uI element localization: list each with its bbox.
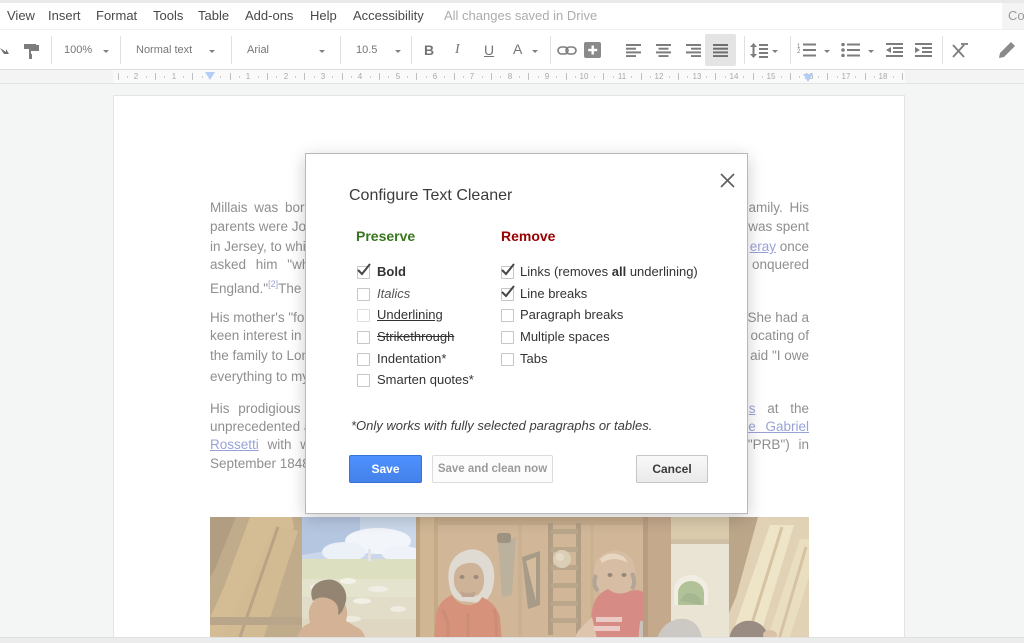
svg-text:2: 2 [797, 49, 801, 55]
